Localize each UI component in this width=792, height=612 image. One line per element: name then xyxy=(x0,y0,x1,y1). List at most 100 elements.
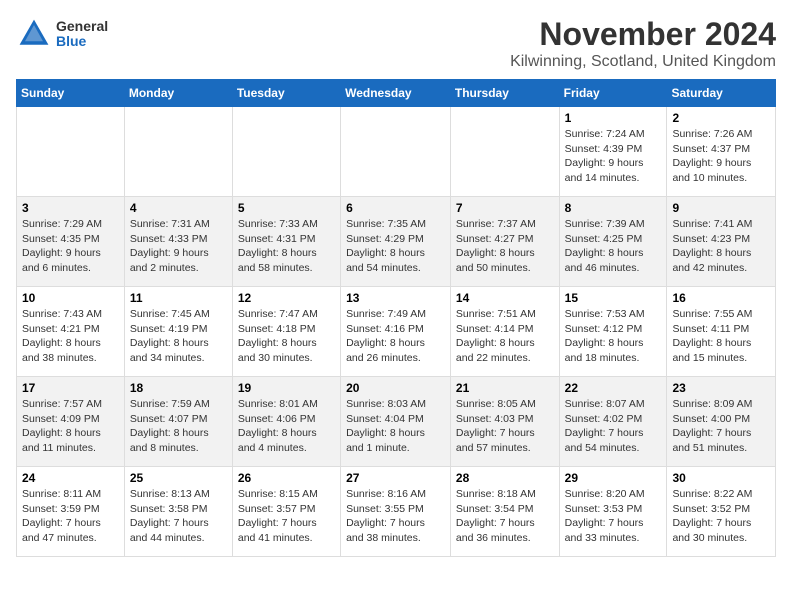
calendar-cell: 7 Sunrise: 7:37 AM Sunset: 4:27 PM Daylig… xyxy=(450,197,559,287)
day-number: 9 xyxy=(672,201,770,215)
day-info: Sunrise: 7:29 AM Sunset: 4:35 PM Dayligh… xyxy=(22,217,119,276)
day-info: Sunrise: 7:53 AM Sunset: 4:12 PM Dayligh… xyxy=(565,307,662,366)
day-info: Sunrise: 8:09 AM Sunset: 4:00 PM Dayligh… xyxy=(672,397,770,456)
header-thursday: Thursday xyxy=(450,80,559,107)
calendar-cell: 11 Sunrise: 7:45 AM Sunset: 4:19 PM Dayli… xyxy=(124,287,232,377)
day-info: Sunrise: 7:47 AM Sunset: 4:18 PM Dayligh… xyxy=(238,307,335,366)
calendar-week-0: 1 Sunrise: 7:24 AM Sunset: 4:39 PM Daylig… xyxy=(17,107,776,197)
day-number: 25 xyxy=(130,471,227,485)
calendar-cell: 5 Sunrise: 7:33 AM Sunset: 4:31 PM Daylig… xyxy=(232,197,340,287)
day-info: Sunrise: 7:33 AM Sunset: 4:31 PM Dayligh… xyxy=(238,217,335,276)
day-number: 2 xyxy=(672,111,770,125)
day-number: 20 xyxy=(346,381,445,395)
calendar-cell: 27 Sunrise: 8:16 AM Sunset: 3:55 PM Dayli… xyxy=(341,467,451,557)
calendar-cell: 29Sunrise: 8:20 AM Sunset: 3:53 PM Dayli… xyxy=(559,467,667,557)
calendar-cell: 16Sunrise: 7:55 AM Sunset: 4:11 PM Dayli… xyxy=(667,287,776,377)
day-info: Sunrise: 8:20 AM Sunset: 3:53 PM Dayligh… xyxy=(565,487,662,546)
day-info: Sunrise: 8:18 AM Sunset: 3:54 PM Dayligh… xyxy=(456,487,554,546)
calendar-week-4: 24Sunrise: 8:11 AM Sunset: 3:59 PM Dayli… xyxy=(17,467,776,557)
day-number: 27 xyxy=(346,471,445,485)
day-number: 1 xyxy=(565,111,662,125)
header-tuesday: Tuesday xyxy=(232,80,340,107)
day-info: Sunrise: 7:51 AM Sunset: 4:14 PM Dayligh… xyxy=(456,307,554,366)
calendar-body: 1 Sunrise: 7:24 AM Sunset: 4:39 PM Daylig… xyxy=(17,107,776,557)
calendar-cell xyxy=(341,107,451,197)
calendar-cell: 18Sunrise: 7:59 AM Sunset: 4:07 PM Dayli… xyxy=(124,377,232,467)
header-friday: Friday xyxy=(559,80,667,107)
calendar-cell: 10 Sunrise: 7:43 AM Sunset: 4:21 PM Dayli… xyxy=(17,287,125,377)
day-number: 17 xyxy=(22,381,119,395)
calendar-cell: 25 Sunrise: 8:13 AM Sunset: 3:58 PM Dayli… xyxy=(124,467,232,557)
day-number: 19 xyxy=(238,381,335,395)
day-info: Sunrise: 7:57 AM Sunset: 4:09 PM Dayligh… xyxy=(22,397,119,456)
header-saturday: Saturday xyxy=(667,80,776,107)
day-number: 11 xyxy=(130,291,227,305)
day-number: 15 xyxy=(565,291,662,305)
day-info: Sunrise: 8:22 AM Sunset: 3:52 PM Dayligh… xyxy=(672,487,770,546)
day-number: 14 xyxy=(456,291,554,305)
calendar-cell: 21 Sunrise: 8:05 AM Sunset: 4:03 PM Dayli… xyxy=(450,377,559,467)
day-info: Sunrise: 8:01 AM Sunset: 4:06 PM Dayligh… xyxy=(238,397,335,456)
calendar-cell: 20 Sunrise: 8:03 AM Sunset: 4:04 PM Dayli… xyxy=(341,377,451,467)
day-number: 23 xyxy=(672,381,770,395)
calendar-week-1: 3 Sunrise: 7:29 AM Sunset: 4:35 PM Daylig… xyxy=(17,197,776,287)
day-number: 5 xyxy=(238,201,335,215)
day-info: Sunrise: 7:45 AM Sunset: 4:19 PM Dayligh… xyxy=(130,307,227,366)
header-monday: Monday xyxy=(124,80,232,107)
day-info: Sunrise: 7:35 AM Sunset: 4:29 PM Dayligh… xyxy=(346,217,445,276)
calendar-cell: 23 Sunrise: 8:09 AM Sunset: 4:00 PM Dayli… xyxy=(667,377,776,467)
day-info: Sunrise: 7:39 AM Sunset: 4:25 PM Dayligh… xyxy=(565,217,662,276)
logo-general-text: General xyxy=(56,19,108,34)
calendar-cell: 14 Sunrise: 7:51 AM Sunset: 4:14 PM Dayli… xyxy=(450,287,559,377)
calendar-week-3: 17 Sunrise: 7:57 AM Sunset: 4:09 PM Dayli… xyxy=(17,377,776,467)
day-info: Sunrise: 8:03 AM Sunset: 4:04 PM Dayligh… xyxy=(346,397,445,456)
day-info: Sunrise: 8:11 AM Sunset: 3:59 PM Dayligh… xyxy=(22,487,119,546)
calendar-cell xyxy=(124,107,232,197)
logo-blue-text: Blue xyxy=(56,34,108,49)
calendar-cell: 9 Sunrise: 7:41 AM Sunset: 4:23 PM Daylig… xyxy=(667,197,776,287)
day-info: Sunrise: 7:24 AM Sunset: 4:39 PM Dayligh… xyxy=(565,127,662,186)
day-info: Sunrise: 7:26 AM Sunset: 4:37 PM Dayligh… xyxy=(672,127,770,186)
day-info: Sunrise: 7:43 AM Sunset: 4:21 PM Dayligh… xyxy=(22,307,119,366)
day-number: 3 xyxy=(22,201,119,215)
calendar-cell: 8 Sunrise: 7:39 AM Sunset: 4:25 PM Daylig… xyxy=(559,197,667,287)
calendar-cell xyxy=(450,107,559,197)
day-number: 8 xyxy=(565,201,662,215)
calendar-cell: 19 Sunrise: 8:01 AM Sunset: 4:06 PM Dayli… xyxy=(232,377,340,467)
calendar-cell xyxy=(232,107,340,197)
day-info: Sunrise: 7:31 AM Sunset: 4:33 PM Dayligh… xyxy=(130,217,227,276)
calendar-cell: 24Sunrise: 8:11 AM Sunset: 3:59 PM Dayli… xyxy=(17,467,125,557)
calendar-cell: 22Sunrise: 8:07 AM Sunset: 4:02 PM Dayli… xyxy=(559,377,667,467)
calendar-cell: 26Sunrise: 8:15 AM Sunset: 3:57 PM Dayli… xyxy=(232,467,340,557)
day-number: 30 xyxy=(672,471,770,485)
day-info: Sunrise: 8:13 AM Sunset: 3:58 PM Dayligh… xyxy=(130,487,227,546)
day-number: 21 xyxy=(456,381,554,395)
calendar-cell: 13Sunrise: 7:49 AM Sunset: 4:16 PM Dayli… xyxy=(341,287,451,377)
day-number: 13 xyxy=(346,291,445,305)
title-block: November 2024 Kilwinning, Scotland, Unit… xyxy=(510,16,776,71)
month-title: November 2024 xyxy=(510,16,776,53)
day-number: 6 xyxy=(346,201,445,215)
calendar-table: Sunday Monday Tuesday Wednesday Thursday… xyxy=(16,79,776,557)
day-info: Sunrise: 7:55 AM Sunset: 4:11 PM Dayligh… xyxy=(672,307,770,366)
day-info: Sunrise: 8:07 AM Sunset: 4:02 PM Dayligh… xyxy=(565,397,662,456)
calendar-cell: 4Sunrise: 7:31 AM Sunset: 4:33 PM Daylig… xyxy=(124,197,232,287)
day-number: 12 xyxy=(238,291,335,305)
day-info: Sunrise: 8:16 AM Sunset: 3:55 PM Dayligh… xyxy=(346,487,445,546)
day-number: 10 xyxy=(22,291,119,305)
calendar-cell: 17 Sunrise: 7:57 AM Sunset: 4:09 PM Dayli… xyxy=(17,377,125,467)
calendar-week-2: 10 Sunrise: 7:43 AM Sunset: 4:21 PM Dayli… xyxy=(17,287,776,377)
calendar-header: Sunday Monday Tuesday Wednesday Thursday… xyxy=(17,80,776,107)
logo: General Blue xyxy=(16,16,108,52)
location: Kilwinning, Scotland, United Kingdom xyxy=(510,53,776,71)
day-info: Sunrise: 7:41 AM Sunset: 4:23 PM Dayligh… xyxy=(672,217,770,276)
day-info: Sunrise: 8:05 AM Sunset: 4:03 PM Dayligh… xyxy=(456,397,554,456)
day-info: Sunrise: 7:37 AM Sunset: 4:27 PM Dayligh… xyxy=(456,217,554,276)
day-number: 7 xyxy=(456,201,554,215)
calendar-cell: 1 Sunrise: 7:24 AM Sunset: 4:39 PM Daylig… xyxy=(559,107,667,197)
calendar-cell: 12 Sunrise: 7:47 AM Sunset: 4:18 PM Dayli… xyxy=(232,287,340,377)
calendar-cell: 6 Sunrise: 7:35 AM Sunset: 4:29 PM Daylig… xyxy=(341,197,451,287)
calendar-cell xyxy=(17,107,125,197)
day-info: Sunrise: 7:59 AM Sunset: 4:07 PM Dayligh… xyxy=(130,397,227,456)
day-number: 28 xyxy=(456,471,554,485)
